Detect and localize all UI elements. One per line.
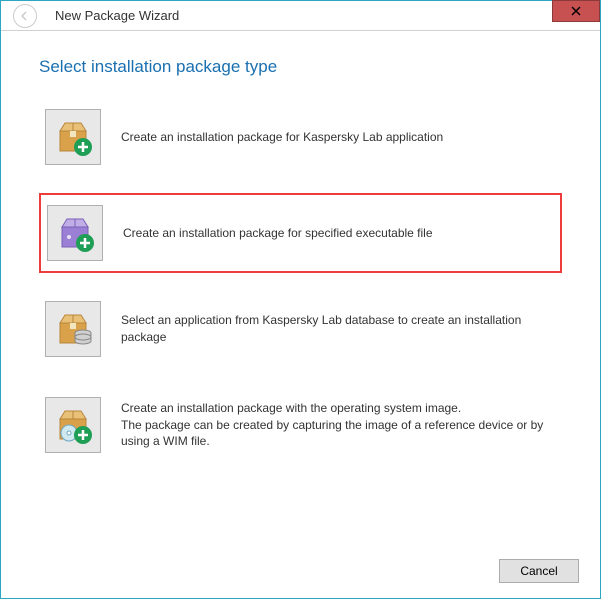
option-label: Create an installation package for Kaspe…: [121, 129, 443, 146]
option-label: Select an application from Kaspersky Lab…: [121, 312, 556, 346]
option-kaspersky-app[interactable]: Create an installation package for Kaspe…: [39, 103, 562, 171]
titlebar: New Package Wizard: [1, 1, 600, 31]
option-kaspersky-database[interactable]: Select an application from Kaspersky Lab…: [39, 295, 562, 363]
close-icon: [571, 6, 581, 16]
cancel-button[interactable]: Cancel: [499, 559, 579, 583]
option-executable-file[interactable]: Create an installation package for speci…: [39, 193, 562, 273]
window-title: New Package Wizard: [55, 8, 179, 23]
page-heading: Select installation package type: [39, 57, 562, 77]
package-disc-add-icon: [45, 397, 101, 453]
package-add-icon: [45, 109, 101, 165]
package-purple-add-icon: [47, 205, 103, 261]
footer: Cancel: [499, 559, 579, 583]
back-button: [13, 4, 37, 28]
option-label: Create an installation package for speci…: [123, 225, 433, 242]
option-os-image[interactable]: Create an installation package with the …: [39, 391, 562, 459]
close-button[interactable]: [552, 0, 600, 22]
wizard-content: Select installation package type Create …: [1, 31, 600, 459]
options-list: Create an installation package for Kaspe…: [39, 103, 562, 459]
package-db-icon: [45, 301, 101, 357]
option-label: Create an installation package with the …: [121, 400, 556, 450]
